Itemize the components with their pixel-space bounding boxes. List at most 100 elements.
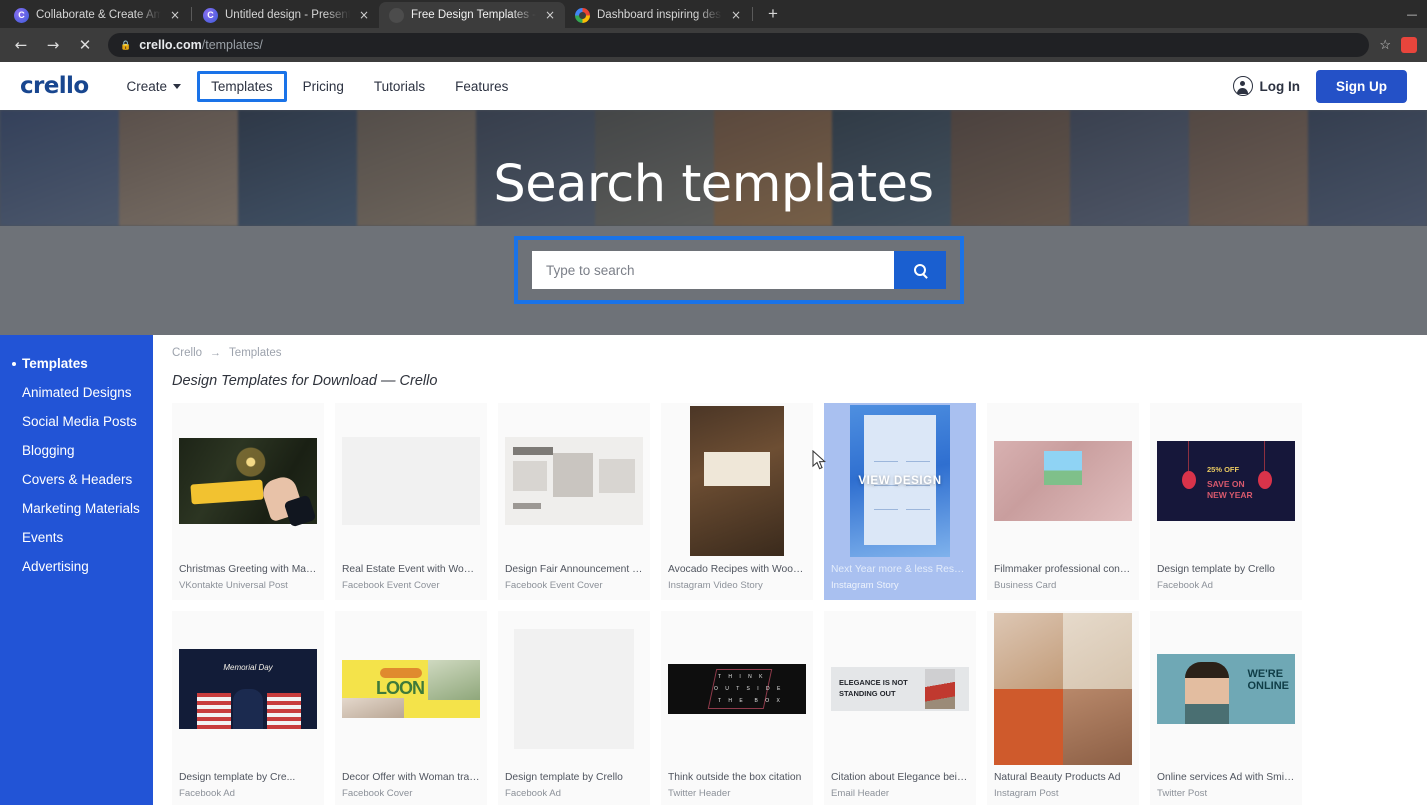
forward-icon[interactable]: → xyxy=(38,30,68,60)
login-button[interactable]: Log In xyxy=(1232,76,1300,96)
sidebar-item-label: Covers & Headers xyxy=(22,472,133,487)
nav-label: Tutorials xyxy=(373,78,426,94)
thumb-art-memorial-day: Memorial Day xyxy=(179,648,317,729)
template-thumbnail: ELEGANCE IS NOT STANDING OUT xyxy=(824,611,976,766)
url-domain: crello.com xyxy=(139,38,202,52)
sidebar-item-animated-designs[interactable]: Animated Designs xyxy=(0,378,153,407)
crello-logo[interactable]: crello xyxy=(20,73,89,99)
nav-item-create[interactable]: Create xyxy=(113,71,196,102)
url-input[interactable]: 🔒 crello.com/templates/ xyxy=(108,33,1370,57)
nav-label: Features xyxy=(455,78,509,94)
template-format: Instagram Post xyxy=(994,788,1059,799)
search-button[interactable] xyxy=(894,251,946,289)
minimize-icon[interactable]: — xyxy=(1397,0,1427,28)
thumb-art-decor-offer: LOON xyxy=(342,659,480,718)
template-card[interactable]: T H I N K O U T S I D E T H E B O X Thin… xyxy=(661,611,813,805)
nav-item-tutorials[interactable]: Tutorials xyxy=(360,71,439,102)
thumb-art-placeholder xyxy=(342,436,480,525)
bookmark-star-icon[interactable]: ☆ xyxy=(1379,37,1391,53)
template-title: Citation about Elegance being... xyxy=(831,772,969,783)
tab-title: Free Design Templates - 25 000+ xyxy=(411,9,536,21)
extension-icon[interactable] xyxy=(1401,37,1417,53)
template-meta: Design template by Cre... Facebook Ad xyxy=(172,766,324,805)
template-thumbnail xyxy=(498,403,650,558)
template-title: Design template by Crello xyxy=(1157,564,1275,575)
template-format: Business Card xyxy=(994,580,1057,591)
template-title: Design Fair Announcement wit... xyxy=(505,564,643,575)
tab-close-icon[interactable]: × xyxy=(543,8,557,22)
google-favicon-icon xyxy=(575,7,590,23)
stop-loading-icon[interactable]: ✕ xyxy=(70,30,100,60)
template-card-selected[interactable]: VIEW DESIGN Next Year more & less Resolu… xyxy=(824,403,976,600)
page-title: Design Templates for Download — Crello xyxy=(172,373,438,389)
template-title: Decor Offer with Woman trans... xyxy=(342,772,480,783)
template-card[interactable]: LOON Decor Offer with Woman trans... Fac… xyxy=(335,611,487,805)
template-card[interactable]: ELEGANCE IS NOT STANDING OUT Citation abo… xyxy=(824,611,976,805)
sidebar-item-social-media-posts[interactable]: Social Media Posts xyxy=(0,407,153,436)
template-card[interactable]: Filmmaker professional contac... Busines… xyxy=(987,403,1139,600)
crello-favicon-icon xyxy=(14,7,29,23)
browser-tab[interactable]: Collaborate & Create Amazing G × xyxy=(4,2,190,28)
sidebar-item-events[interactable]: Events xyxy=(0,523,153,552)
view-design-overlay-label[interactable]: VIEW DESIGN xyxy=(824,475,976,487)
back-icon[interactable]: ← xyxy=(6,30,36,60)
hero-title: Search templates xyxy=(493,155,934,214)
template-thumbnail xyxy=(661,403,813,558)
tab-separator xyxy=(191,7,192,21)
template-title: Next Year more & less Resoluti... xyxy=(831,564,969,575)
template-title: Online services Ad with Smilin... xyxy=(1157,772,1295,783)
browser-tab-active[interactable]: Free Design Templates - 25 000+ × xyxy=(379,2,565,28)
template-thumbnail: Memorial Day xyxy=(172,611,324,766)
template-grid: Christmas Greeting with Man ... VKontakt… xyxy=(172,403,1427,805)
template-card[interactable]: WE'RE ONLINE Online services Ad with Smil… xyxy=(1150,611,1302,805)
template-card[interactable]: Christmas Greeting with Man ... VKontakt… xyxy=(172,403,324,600)
breadcrumb-current[interactable]: Templates xyxy=(229,347,281,359)
template-meta: Online services Ad with Smilin... Twitte… xyxy=(1150,766,1302,805)
window-controls: — xyxy=(1397,0,1427,28)
sidebar-item-covers-headers[interactable]: Covers & Headers xyxy=(0,465,153,494)
browser-chrome: Collaborate & Create Amazing G × Untitle… xyxy=(0,0,1427,62)
template-card[interactable]: Real Estate Event with Woma... Facebook … xyxy=(335,403,487,600)
sidebar-item-templates[interactable]: Templates xyxy=(0,349,153,378)
omnibox-actions: ☆ xyxy=(1371,37,1417,53)
search-input[interactable] xyxy=(532,251,894,289)
thumb-art-think-outside: T H I N K O U T S I D E T H E B O X xyxy=(668,663,806,714)
sidebar-item-label: Advertising xyxy=(22,559,89,574)
search-box xyxy=(532,251,946,289)
template-thumbnail: 25% OFF SAVE ON NEW YEAR xyxy=(1150,403,1302,558)
thumb-art-avocado xyxy=(690,405,784,556)
template-format: Instagram Video Story xyxy=(668,580,763,591)
nav-item-templates[interactable]: Templates xyxy=(197,70,287,102)
tab-close-icon[interactable]: × xyxy=(729,8,743,22)
sidebar-item-marketing-materials[interactable]: Marketing Materials xyxy=(0,494,153,523)
search-highlight-box xyxy=(514,236,964,304)
promo-big-text: LOON xyxy=(376,677,425,698)
template-card[interactable]: Avocado Recipes with Woode... Instagram … xyxy=(661,403,813,600)
browser-tab[interactable]: Untitled design - Presentation (1 × xyxy=(193,2,379,28)
template-card[interactable]: Memorial Day Design template by Cre... F… xyxy=(172,611,324,805)
sidebar-item-blogging[interactable]: Blogging xyxy=(0,436,153,465)
sidebar-item-label: Blogging xyxy=(22,443,75,458)
sidebar-item-label: Events xyxy=(22,530,64,545)
breadcrumb: Crello → Templates xyxy=(172,347,1427,359)
template-card[interactable]: Design Fair Announcement wit... Facebook… xyxy=(498,403,650,600)
tab-close-icon[interactable]: × xyxy=(357,8,371,22)
template-card[interactable]: Natural Beauty Products Ad Instagram Pos… xyxy=(987,611,1139,805)
thumb-art-christmas xyxy=(179,437,317,527)
nav-item-pricing[interactable]: Pricing xyxy=(289,71,358,102)
template-thumbnail xyxy=(335,403,487,558)
template-card[interactable]: Design template by Crello Facebook Ad xyxy=(498,611,650,805)
nav-item-features[interactable]: Features xyxy=(441,71,522,102)
browser-tab[interactable]: Dashboard inspiring designs - Go × xyxy=(565,2,751,28)
tab-close-icon[interactable]: × xyxy=(168,8,182,22)
template-title: Avocado Recipes with Woode... xyxy=(668,564,806,575)
thumb-art-design-fair xyxy=(505,436,643,525)
new-tab-button[interactable]: + xyxy=(760,1,786,27)
breadcrumb-root[interactable]: Crello xyxy=(172,347,202,359)
template-format: Instagram Story xyxy=(831,580,899,591)
sidebar-item-advertising[interactable]: Advertising xyxy=(0,552,153,581)
tab-title: Untitled design - Presentation (1 xyxy=(225,9,350,21)
template-meta: Design template by Crello Facebook Ad xyxy=(498,766,650,805)
template-card[interactable]: 25% OFF SAVE ON NEW YEAR Design template … xyxy=(1150,403,1302,600)
signup-button[interactable]: Sign Up xyxy=(1316,69,1407,103)
